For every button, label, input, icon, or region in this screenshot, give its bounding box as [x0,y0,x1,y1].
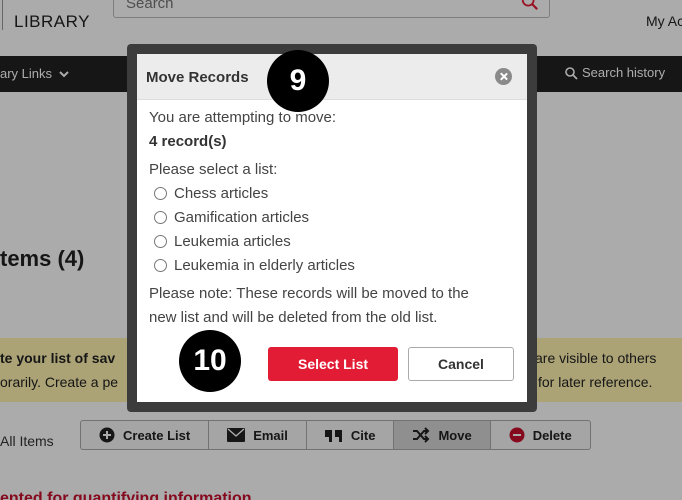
list-option-leukemia[interactable]: Leukemia articles [154,233,291,250]
step-marker-10: 10 [179,330,241,392]
list-option-label: Chess articles [174,185,269,202]
select-list-button[interactable]: Select List [268,347,398,381]
list-option-label: Leukemia in elderly articles [174,257,355,274]
radio-button[interactable] [154,211,167,224]
radio-button[interactable] [154,235,167,248]
cancel-button[interactable]: Cancel [408,347,514,381]
attempt-text: You are attempting to move: [149,109,337,126]
list-option-leukemia-elderly[interactable]: Leukemia in elderly articles [154,257,355,274]
move-note-line-2: new list and will be deleted from the ol… [149,309,438,326]
radio-button[interactable] [154,187,167,200]
list-option-chess[interactable]: Chess articles [154,185,268,202]
select-list-prompt: Please select a list: [149,161,278,178]
list-option-label: Gamification articles [174,209,310,226]
list-option-label: Leukemia articles [174,233,291,250]
radio-button[interactable] [154,259,167,272]
dialog-title: Move Records [146,69,249,86]
step-marker-9: 9 [267,50,329,112]
dialog-header: Move Records [137,54,527,100]
list-option-gamification[interactable]: Gamification articles [154,209,309,226]
record-count: 4 record(s) [149,133,227,150]
move-note-line-1: Please note: These records will be moved… [149,285,469,302]
close-icon[interactable] [495,68,512,85]
